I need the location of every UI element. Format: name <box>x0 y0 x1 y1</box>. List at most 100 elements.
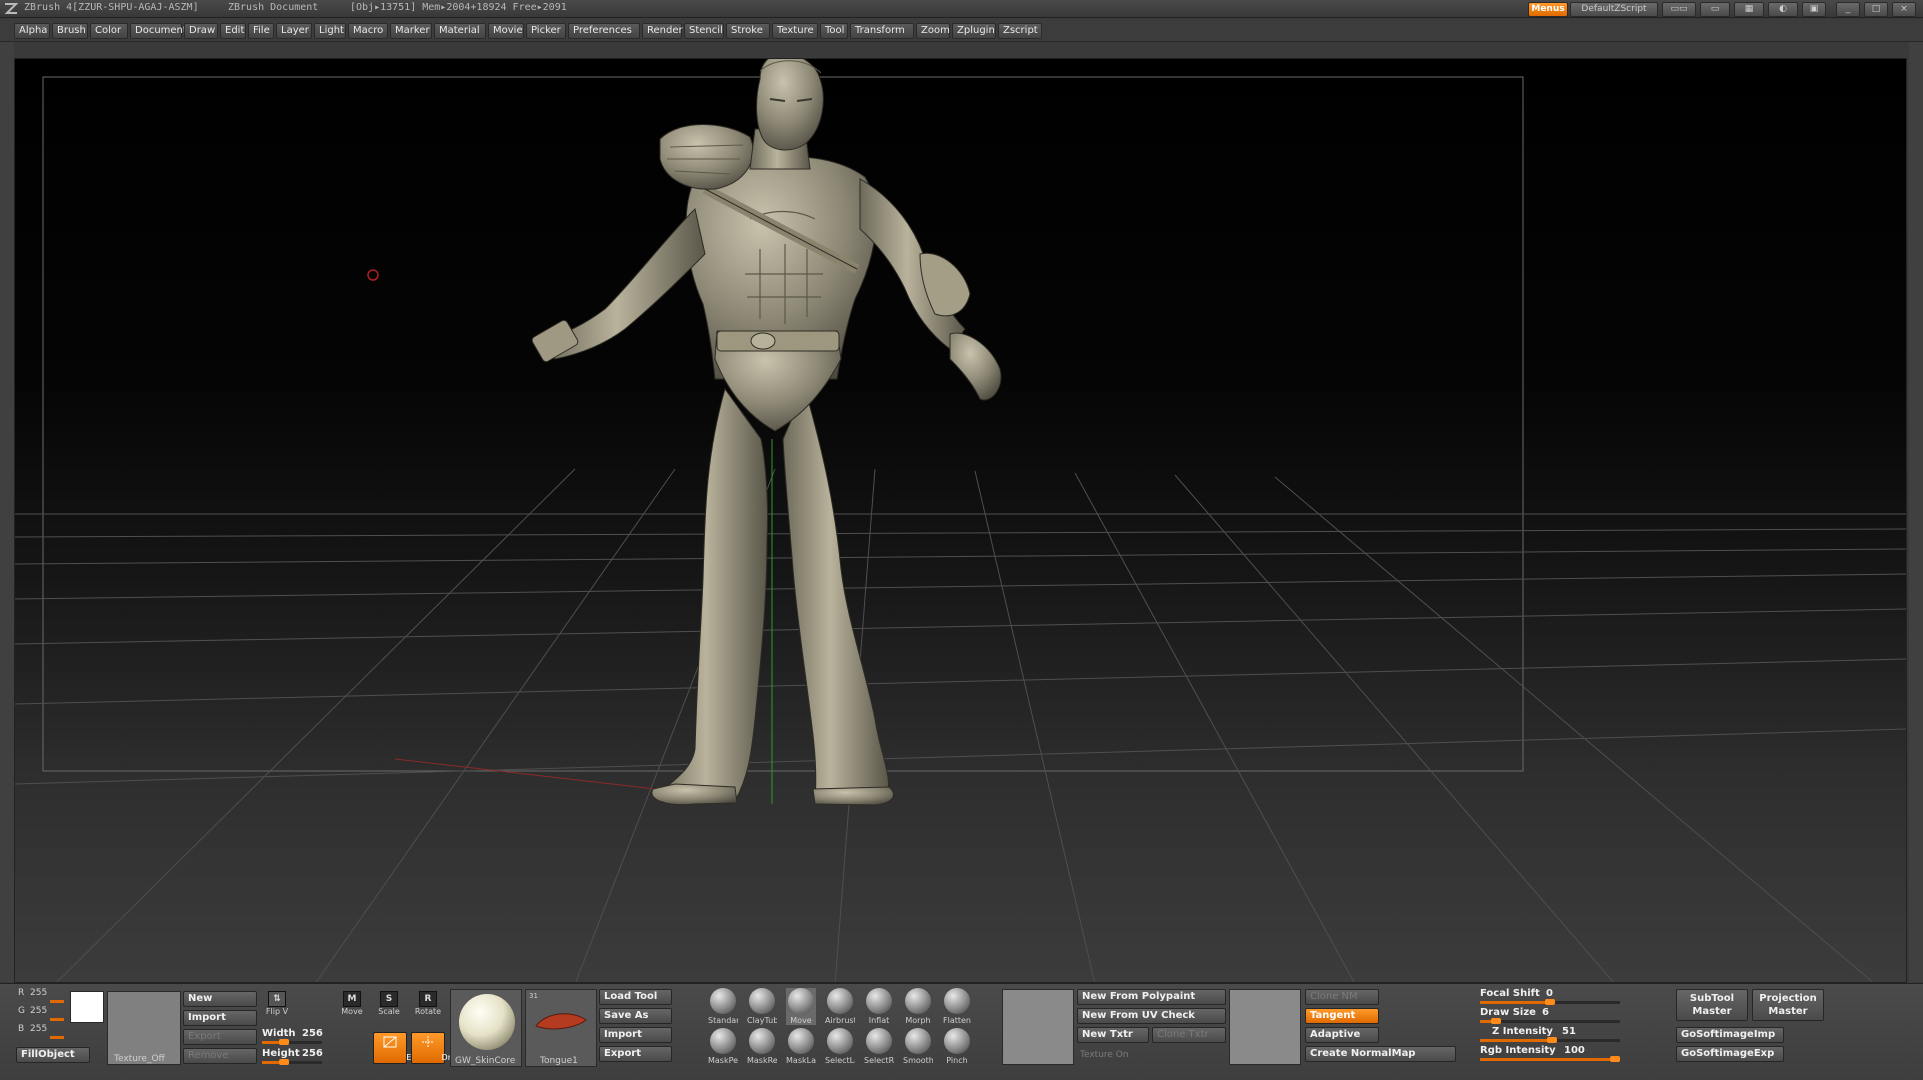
close-icon[interactable]: × <box>1892 2 1916 17</box>
brush-move[interactable]: Move <box>786 988 816 1025</box>
brush-selectre[interactable]: SelectRe <box>864 1028 894 1065</box>
normalmap-slot[interactable] <box>1229 989 1301 1065</box>
menu-render[interactable]: Render <box>642 23 683 39</box>
clone-nm-button[interactable]: Clone NM <box>1305 989 1379 1005</box>
z-intensity-value[interactable]: 51 <box>1562 1026 1576 1037</box>
b-slider[interactable] <box>50 1036 64 1039</box>
subtool-master-button[interactable]: SubTool Master <box>1676 989 1748 1021</box>
texture-slot[interactable]: Texture_Off <box>107 991 181 1065</box>
height-slider[interactable] <box>262 1059 322 1065</box>
polypaint-texture-slot[interactable] <box>1002 989 1074 1065</box>
new-from-uv-check-button[interactable]: New From UV Check <box>1077 1008 1226 1024</box>
menu-zscript[interactable]: Zscript <box>998 23 1042 39</box>
layout-icon-2[interactable]: ▭ <box>1700 2 1730 17</box>
character-model[interactable] <box>531 59 1002 806</box>
menu-movie[interactable]: Movie <box>488 23 524 39</box>
layout-icon[interactable]: ▭▭ <box>1662 2 1696 17</box>
minimize-icon[interactable]: _ <box>1836 2 1860 17</box>
z-intensity-slider[interactable] <box>1480 1037 1620 1043</box>
gosoftimage-imp-button[interactable]: GoSoftimageImp <box>1676 1027 1784 1043</box>
menu-color[interactable]: Color <box>90 23 128 39</box>
fill-object-button[interactable]: FillObject <box>16 1047 90 1063</box>
brush-pinch[interactable]: Pinch <box>942 1028 972 1065</box>
texture-export-button[interactable]: Export <box>183 1029 257 1045</box>
rgb-intensity-slider[interactable] <box>1480 1056 1620 1062</box>
menu-tool[interactable]: Tool <box>820 23 848 39</box>
brush-smooth[interactable]: Smooth <box>903 1028 933 1065</box>
adaptive-toggle[interactable]: Adaptive <box>1305 1027 1379 1043</box>
rotate-button[interactable]: R Rotate <box>413 989 443 1021</box>
new-from-polypaint-button[interactable]: New From Polypaint <box>1077 989 1226 1005</box>
brush-flatten[interactable]: Flatten <box>942 988 972 1025</box>
move-button[interactable]: M Move <box>337 989 367 1021</box>
default-zscript-button[interactable]: DefaultZScript <box>1570 2 1658 17</box>
menu-stroke[interactable]: Stroke <box>726 23 770 39</box>
menu-transform[interactable]: Transform <box>850 23 914 39</box>
brush-maskper[interactable]: MaskPer <box>708 1028 738 1065</box>
menu-picker[interactable]: Picker <box>526 23 566 39</box>
brush-standar[interactable]: Standar <box>708 988 738 1025</box>
menu-file[interactable]: File <box>248 23 274 39</box>
menu-macro[interactable]: Macro <box>348 23 388 39</box>
create-normalmap-button[interactable]: Create NormalMap <box>1305 1046 1456 1062</box>
texture-on-label[interactable]: Texture On <box>1080 1050 1129 1060</box>
new-txtr-button[interactable]: New Txtr <box>1077 1027 1149 1043</box>
menu-layer[interactable]: Layer <box>276 23 312 39</box>
g-value[interactable]: 255 <box>30 1006 47 1016</box>
lock-icon[interactable]: ▣ <box>1802 2 1826 17</box>
scale-button[interactable]: S Scale <box>374 989 404 1021</box>
menu-light[interactable]: Light <box>314 23 346 39</box>
r-slider[interactable] <box>50 1000 64 1003</box>
canvas-viewport[interactable] <box>14 58 1907 983</box>
maximize-icon[interactable]: □ <box>1864 2 1888 17</box>
width-slider[interactable] <box>262 1039 322 1045</box>
draw-size-slider[interactable] <box>1480 1018 1620 1024</box>
document-canvas[interactable] <box>15 59 1907 983</box>
menu-preferences[interactable]: Preferences <box>568 23 640 39</box>
b-value[interactable]: 255 <box>30 1024 47 1034</box>
menu-texture[interactable]: Texture <box>772 23 818 39</box>
brush-airbrust[interactable]: Airbrust <box>825 988 855 1025</box>
right-tray[interactable] <box>1909 42 1923 982</box>
save-as-button[interactable]: Save As <box>599 1008 672 1024</box>
menu-marker[interactable]: Marker <box>390 23 432 39</box>
menu-document[interactable]: Document <box>130 23 187 39</box>
r-value[interactable]: 255 <box>30 988 47 998</box>
brush-maskre[interactable]: MaskRe <box>747 1028 777 1065</box>
material-slot[interactable]: GW_SkinCore <box>450 989 522 1067</box>
brush-morph[interactable]: Morph <box>903 988 933 1025</box>
color-scheme-icon[interactable]: ◐ <box>1768 2 1798 17</box>
load-tool-button[interactable]: Load Tool <box>599 989 672 1005</box>
flip-v-button[interactable]: ⇅ Flip V <box>262 989 292 1021</box>
gosoftimage-exp-button[interactable]: GoSoftimageExp <box>1676 1046 1784 1062</box>
brush-selectla[interactable]: SelectLa <box>825 1028 855 1065</box>
draw-button[interactable]: Draw <box>411 1032 462 1064</box>
menu-zoom[interactable]: Zoom <box>916 23 950 39</box>
texture-new-button[interactable]: New <box>183 991 257 1007</box>
focal-shift-slider[interactable] <box>1480 999 1620 1005</box>
texture-remove-button[interactable]: Remove <box>183 1048 257 1064</box>
layout-icon-3[interactable]: ▦ <box>1734 2 1764 17</box>
tangent-toggle[interactable]: Tangent <box>1305 1008 1379 1024</box>
height-value[interactable]: 256 <box>302 1048 323 1059</box>
tool-export-button[interactable]: Export <box>599 1046 672 1062</box>
edit-button[interactable]: Edit <box>373 1032 422 1064</box>
draw-size-value[interactable]: 6 <box>1542 1007 1549 1018</box>
focal-shift-value[interactable]: 0 <box>1546 988 1553 999</box>
menu-material[interactable]: Material <box>434 23 486 39</box>
menus-button[interactable]: Menus <box>1528 2 1568 17</box>
brush-claytub[interactable]: ClayTub <box>747 988 777 1025</box>
menu-draw[interactable]: Draw <box>184 23 218 39</box>
tool-slot[interactable]: 31 Tongue1 <box>525 989 597 1067</box>
menu-edit[interactable]: Edit <box>220 23 246 39</box>
left-tray[interactable] <box>0 42 14 982</box>
brush-inflat[interactable]: Inflat <box>864 988 894 1025</box>
texture-import-button[interactable]: Import <box>183 1010 257 1026</box>
projection-master-button[interactable]: Projection Master <box>1752 989 1824 1021</box>
menu-zplugin[interactable]: Zplugin <box>952 23 996 39</box>
tool-import-button[interactable]: Import <box>599 1027 672 1043</box>
menu-stencil[interactable]: Stencil <box>684 23 724 39</box>
g-slider[interactable] <box>50 1018 64 1021</box>
brush-maskla[interactable]: MaskLa <box>786 1028 816 1065</box>
rgb-intensity-value[interactable]: 100 <box>1564 1045 1585 1056</box>
